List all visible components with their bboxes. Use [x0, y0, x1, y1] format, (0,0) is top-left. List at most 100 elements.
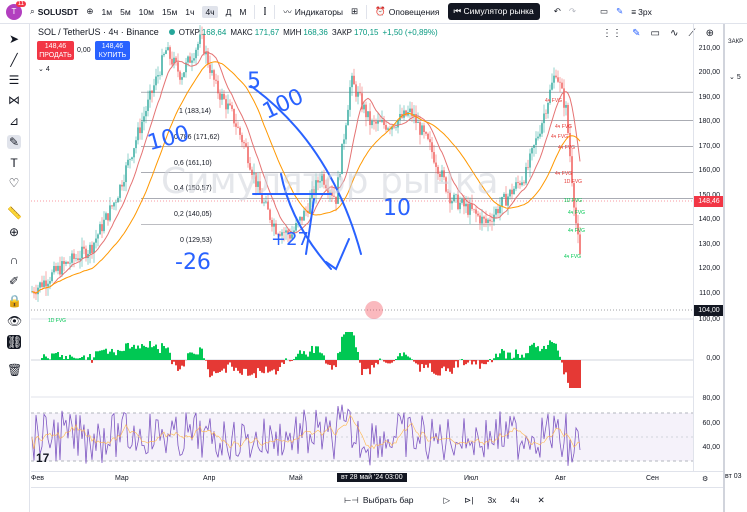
lock-drawing-icon[interactable]: ✐: [7, 274, 21, 288]
time-axis[interactable]: Фев Мар Апр Май Июл Авг Сен вт 28 май '2…: [31, 471, 723, 487]
play-icon[interactable]: ▷: [444, 495, 451, 506]
oscillator-bar: [461, 359, 463, 360]
fvg-label: 1D FVG: [48, 318, 67, 324]
candle-body: [49, 281, 51, 284]
eye-icon[interactable]: 👁: [7, 314, 22, 328]
close-icon[interactable]: ✕: [538, 495, 545, 506]
brush-icon[interactable]: ✎: [7, 135, 21, 149]
tf-1h[interactable]: 1ч: [185, 7, 194, 17]
candle-body: [61, 261, 63, 275]
candle-body: [223, 93, 225, 100]
handwriting-5[interactable]: 5: [247, 69, 261, 94]
patterns-icon[interactable]: ⋈: [7, 93, 21, 107]
oscillator-bar: [451, 360, 453, 374]
step-forward-icon[interactable]: ⊳|: [464, 495, 473, 506]
handwriting-minus-26[interactable]: -26: [175, 250, 211, 275]
tradingview-logo[interactable]: 17: [36, 451, 49, 465]
candle-body: [367, 111, 369, 118]
user-avatar[interactable]: T 11: [6, 0, 26, 20]
oscillator-bar: [109, 351, 111, 360]
drag-handle-icon[interactable]: ⋮⋮: [602, 28, 622, 39]
line-width-icon[interactable]: ≡: [631, 7, 636, 17]
text-icon[interactable]: T: [7, 156, 21, 170]
oscillator-bar: [555, 343, 557, 360]
oscillator-bar: [141, 344, 143, 360]
link-icon[interactable]: ⛓: [7, 335, 22, 349]
tf-1d[interactable]: Д: [226, 7, 232, 17]
fib-label-1: 1 (183,14): [179, 108, 211, 115]
oscillator-bar: [45, 356, 47, 360]
candle-body: [219, 93, 221, 100]
indicators-button[interactable]: Индикаторы: [295, 7, 343, 17]
buy-button[interactable]: 148,46 КУПИТЬ: [95, 41, 130, 60]
oscillator-bar: [313, 353, 315, 360]
oscillator-bar: [51, 353, 53, 360]
lock-icon[interactable]: 🔒: [7, 294, 22, 308]
indicators-icon[interactable]: 〰: [283, 6, 292, 18]
handwriting-10[interactable]: 10: [383, 196, 411, 221]
alerts-button[interactable]: Оповещения: [389, 7, 440, 17]
oscillator-bar: [531, 344, 533, 360]
trend-line-icon[interactable]: ╱: [7, 53, 21, 67]
select-bar-button[interactable]: Выбрать бар: [363, 495, 414, 505]
prediction-icon[interactable]: ⊿: [7, 114, 21, 128]
replay-cursor[interactable]: [365, 301, 383, 319]
price-axis[interactable]: 210,00 200,00 190,00 180,00 170,00 160,0…: [693, 24, 724, 471]
indicator-collapse[interactable]: ⌄ 4: [38, 65, 50, 73]
handwriting-plus-27[interactable]: +27: [271, 229, 309, 250]
candle-body: [155, 76, 157, 86]
pen-icon[interactable]: ✎: [616, 6, 623, 17]
cursor-icon[interactable]: ➤: [7, 32, 21, 46]
legend-title[interactable]: SOL / TetherUS · 4ч · Binance: [38, 27, 159, 37]
sell-button[interactable]: 148,46 ПРОДАТЬ: [37, 41, 74, 60]
candles-icon[interactable]: ⫿: [263, 6, 266, 17]
trash-icon[interactable]: 🗑: [7, 363, 22, 377]
brush-icon[interactable]: ✎: [632, 28, 640, 39]
rectangle-icon[interactable]: ▭: [651, 28, 660, 39]
oscillator-bar: [179, 360, 181, 370]
oscillator-bar: [427, 360, 429, 368]
oscillator-bar: [535, 347, 537, 360]
chart-canvas[interactable]: [31, 24, 693, 471]
oscillator-bar: [277, 360, 279, 372]
fib-icon[interactable]: ☰: [7, 73, 21, 87]
oscillator-bar: [365, 360, 367, 370]
oscillator-bar: [473, 360, 475, 362]
select-bar-icon[interactable]: ⊢⊣: [344, 495, 359, 506]
alert-icon[interactable]: ⏰: [375, 6, 386, 17]
speed-button[interactable]: 3x: [487, 495, 496, 505]
zoom-icon[interactable]: ⊕: [7, 225, 21, 239]
magnet-icon[interactable]: ∩: [7, 253, 21, 267]
ruler-icon[interactable]: 📏: [7, 206, 22, 220]
oscillator-bar: [447, 360, 449, 369]
interval-button[interactable]: 4ч: [510, 495, 519, 505]
symbol-name[interactable]: SOLUSDT: [38, 7, 79, 17]
oscillator-bar: [169, 352, 171, 360]
candle-body: [491, 221, 493, 222]
curve-icon[interactable]: ∿: [670, 28, 678, 39]
line-width-value[interactable]: 3px: [638, 7, 652, 17]
layout-icon[interactable]: ▭: [600, 6, 608, 17]
layouts-icon[interactable]: ⊞: [351, 6, 358, 17]
tf-10m[interactable]: 10м: [139, 7, 154, 17]
tf-1M[interactable]: М: [239, 7, 246, 17]
right-panel-collapse[interactable]: ⌄ 5: [729, 73, 741, 81]
tf-5m[interactable]: 5м: [120, 7, 131, 17]
candle-body: [183, 72, 185, 78]
oscillator-bar: [41, 358, 43, 360]
replay-button[interactable]: ⏮ Симулятор рынка: [447, 3, 540, 20]
chart-area[interactable]: SOL / TetherUS · 4ч · Binance ОТКР 168,64…: [31, 24, 693, 471]
candle-body: [177, 62, 179, 72]
oscillator-bar: [401, 356, 403, 360]
tf-1m[interactable]: 1м: [102, 7, 113, 17]
tf-15m[interactable]: 15м: [162, 7, 177, 17]
tf-4h[interactable]: 4ч: [202, 5, 218, 18]
redo-icon[interactable]: ↷: [569, 6, 576, 17]
heart-icon[interactable]: ♡: [7, 176, 21, 190]
candle-body: [559, 81, 561, 83]
add-symbol-button[interactable]: ⊕: [86, 6, 93, 17]
symbol-search-icon[interactable]: ⌕: [30, 6, 35, 17]
undo-icon[interactable]: ↶: [554, 6, 561, 17]
settings-icon[interactable]: ⚙: [702, 475, 708, 483]
oscillator-bar: [229, 360, 231, 363]
